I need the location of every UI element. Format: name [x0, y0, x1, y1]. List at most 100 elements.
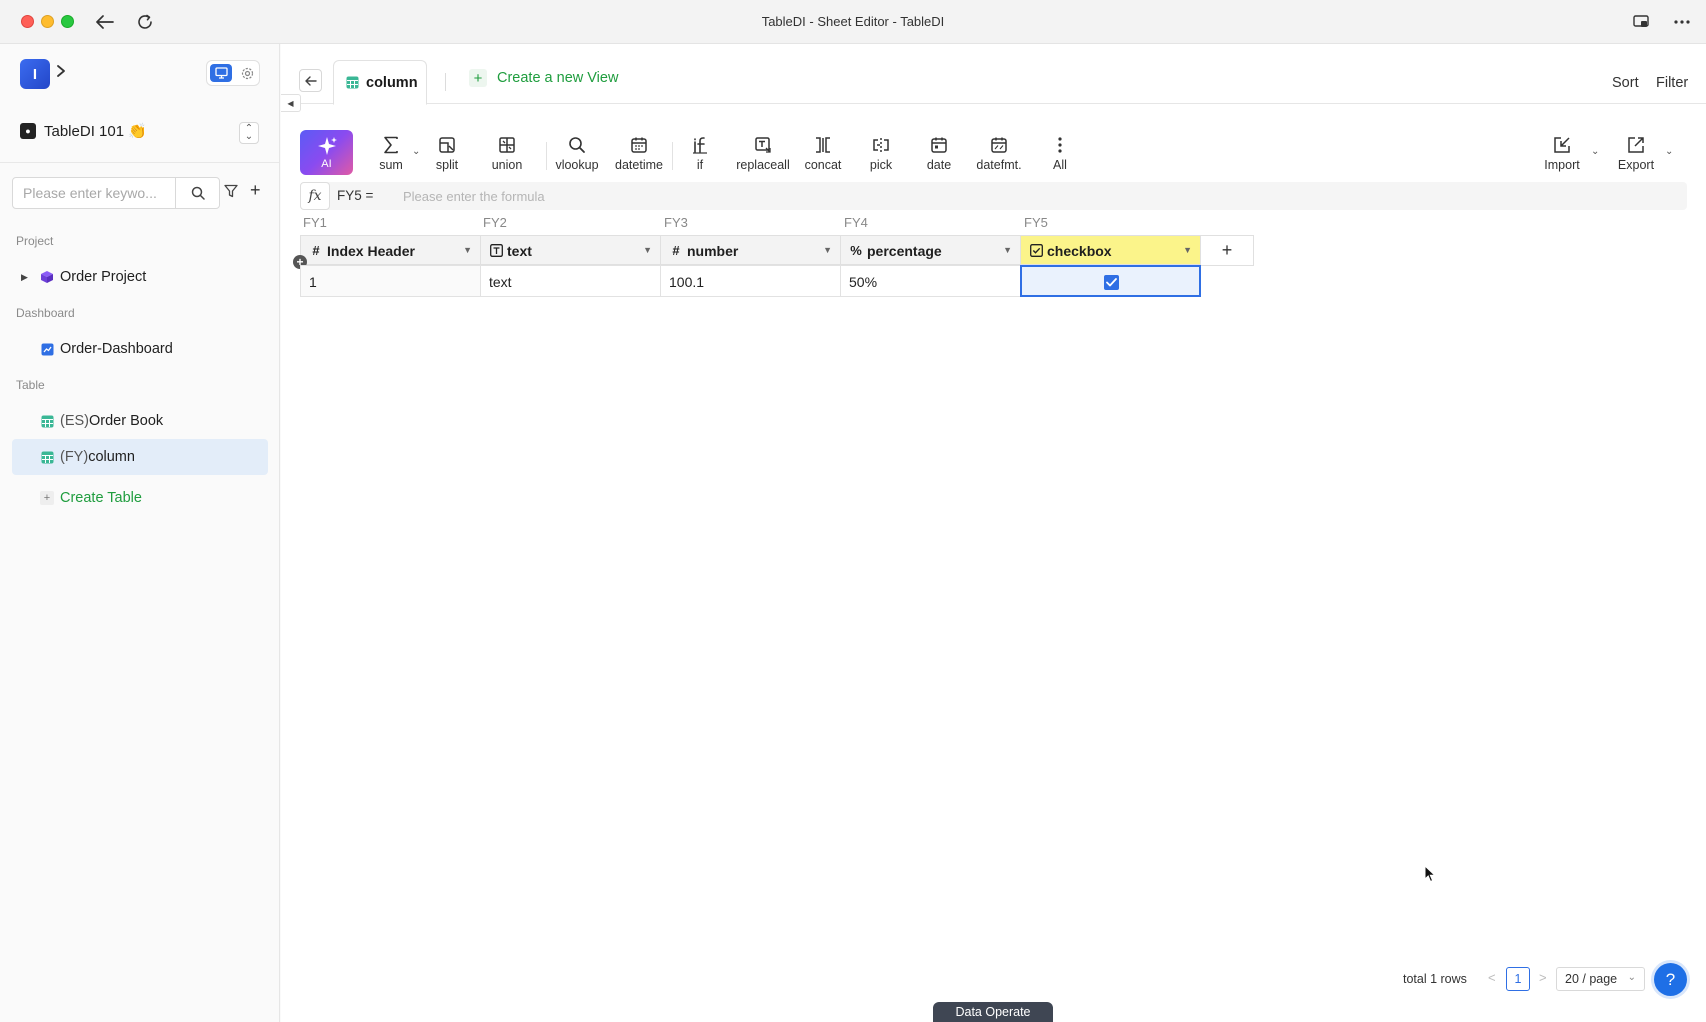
window-title: TableDI - Sheet Editor - TableDI — [761, 14, 945, 29]
cast-icon[interactable] — [1629, 10, 1653, 34]
ai-button[interactable]: AI — [300, 130, 353, 175]
tool-if[interactable]: if — [684, 134, 716, 174]
filter-icon[interactable] — [224, 184, 238, 203]
tool-label: sum — [379, 158, 403, 172]
table-cell[interactable]: 1 — [300, 265, 481, 297]
sidebar-item-label: (FY)column — [60, 449, 135, 465]
sidebar-item-label: (ES)Order Book — [60, 413, 163, 429]
tab-label: column — [366, 74, 418, 91]
tool-union[interactable]: union — [484, 134, 530, 174]
help-button[interactable]: ? — [1654, 963, 1687, 996]
search-button[interactable] — [175, 178, 219, 208]
table-cell[interactable]: 100.1 — [660, 265, 841, 297]
checkbox-checked[interactable] — [1104, 275, 1119, 290]
mode-switch[interactable] — [206, 60, 260, 86]
caret-right-icon[interactable]: ▶ — [21, 272, 28, 283]
caret-down-icon[interactable]: ▼ — [823, 245, 832, 255]
app-logo[interactable]: I — [20, 59, 50, 89]
column-header-number[interactable]: # number ▼ — [660, 235, 841, 265]
create-table-button[interactable]: + Create Table — [12, 480, 268, 516]
page-size-value: 20 / page — [1565, 972, 1618, 986]
chart-icon — [40, 342, 54, 356]
back-arrow-icon — [304, 75, 317, 86]
tool-label: vlookup — [555, 158, 599, 172]
tool-label: All — [1053, 158, 1067, 172]
workspace-selector[interactable]: ● TableDI 101 👏 — [20, 122, 147, 140]
column-header-percentage[interactable]: % percentage ▼ — [840, 235, 1021, 265]
back-button[interactable] — [299, 69, 322, 92]
page-size-select[interactable]: 20 / page ⌄ — [1556, 967, 1645, 991]
add-column-button[interactable]: + — [1200, 235, 1254, 266]
tab-column[interactable]: column — [333, 60, 427, 105]
tool-datefmt[interactable]: datefmt. — [974, 134, 1024, 174]
sort-button[interactable]: Sort — [1612, 75, 1639, 91]
formula-input[interactable] — [403, 184, 1683, 208]
sidebar-item-order-book[interactable]: (ES)Order Book — [12, 403, 268, 439]
sidebar-item-column[interactable]: (FY)column — [12, 439, 268, 475]
tool-replaceall[interactable]: replaceall — [732, 134, 794, 174]
main-panel: column + Create a new View Sort Filter ◀… — [281, 44, 1706, 1022]
tool-all[interactable]: All — [1046, 134, 1074, 174]
table-cell[interactable]: text — [480, 265, 661, 297]
fx-icon[interactable]: fx — [300, 182, 330, 210]
replace-icon — [754, 134, 772, 156]
tool-pick[interactable]: pick — [863, 134, 899, 174]
workspace-switch-icon[interactable]: ⌃ ⌄ — [239, 122, 259, 144]
tool-label: date — [926, 158, 952, 172]
import-icon — [1553, 134, 1571, 156]
section-table: Table — [16, 378, 45, 392]
more-horizontal-icon[interactable] — [1670, 10, 1694, 34]
collapse-sidebar-icon[interactable]: ◀ — [281, 94, 301, 112]
tool-sum[interactable]: sum — [371, 134, 411, 174]
column-header-checkbox[interactable]: checkbox ▼ — [1020, 235, 1201, 265]
next-page-icon[interactable]: > — [1539, 970, 1547, 985]
gear-icon[interactable] — [237, 64, 257, 82]
sidebar-search — [12, 177, 220, 209]
calendar-format-icon — [990, 134, 1008, 156]
export-button[interactable]: Export — [1615, 134, 1657, 174]
calendar-icon — [630, 134, 648, 156]
plus-icon: + — [40, 491, 54, 505]
tool-date[interactable]: date — [921, 134, 957, 174]
column-header-text[interactable]: text ▼ — [480, 235, 661, 265]
tool-concat[interactable]: concat — [802, 134, 844, 174]
column-ref: FY3 — [664, 215, 688, 230]
app-window: TableDI - Sheet Editor - TableDI I ● Tab… — [0, 0, 1706, 1022]
column-ref: FY2 — [483, 215, 507, 230]
tool-label: union — [491, 158, 523, 172]
mouse-cursor-icon — [1424, 864, 1437, 888]
percent-type-icon: % — [850, 242, 862, 258]
formula-bar: fx FY5 = — [300, 182, 1687, 210]
sidebar: I ● TableDI 101 👏 ⌃⌄ + Proje — [0, 44, 280, 1022]
import-button[interactable]: Import — [1541, 134, 1583, 174]
tool-label: datetime — [615, 158, 663, 172]
desktop-mode-icon[interactable] — [210, 64, 232, 82]
caret-down-icon[interactable]: ▼ — [463, 245, 472, 255]
search-input[interactable] — [13, 178, 175, 208]
caret-down-icon[interactable]: ▼ — [1003, 245, 1012, 255]
sidebar-item-order-dashboard[interactable]: Order-Dashboard — [12, 331, 268, 367]
caret-down-icon[interactable]: ▼ — [1183, 245, 1192, 255]
add-item-button[interactable]: + — [250, 180, 261, 201]
tool-vlookup[interactable]: vlookup — [552, 134, 602, 174]
split-icon — [438, 134, 456, 156]
tool-split[interactable]: split — [427, 134, 467, 174]
import-dropdown-icon[interactable]: ⌄ — [1591, 146, 1599, 157]
sum-dropdown-icon[interactable]: ⌄ — [412, 146, 420, 157]
tool-datetime[interactable]: datetime — [613, 134, 665, 174]
table-prefix: (ES) — [60, 413, 89, 429]
caret-down-icon[interactable]: ▼ — [643, 245, 652, 255]
create-view-button[interactable]: + Create a new View — [469, 69, 618, 87]
filter-button[interactable]: Filter — [1656, 75, 1688, 91]
number-type-icon: # — [672, 242, 680, 258]
selected-checkbox-cell[interactable] — [1020, 265, 1201, 297]
column-header-index[interactable]: # Index Header ▼ — [300, 235, 481, 265]
data-operate-tab[interactable]: Data Operate — [933, 1002, 1053, 1022]
current-page-button[interactable]: 1 — [1506, 967, 1530, 991]
chevron-right-icon[interactable] — [56, 64, 66, 83]
prev-page-icon[interactable]: < — [1488, 970, 1496, 985]
if-icon — [691, 134, 709, 156]
sidebar-item-order-project[interactable]: ▶ Order Project — [12, 259, 268, 295]
table-cell[interactable]: 50% — [840, 265, 1021, 297]
export-dropdown-icon[interactable]: ⌄ — [1665, 146, 1673, 157]
